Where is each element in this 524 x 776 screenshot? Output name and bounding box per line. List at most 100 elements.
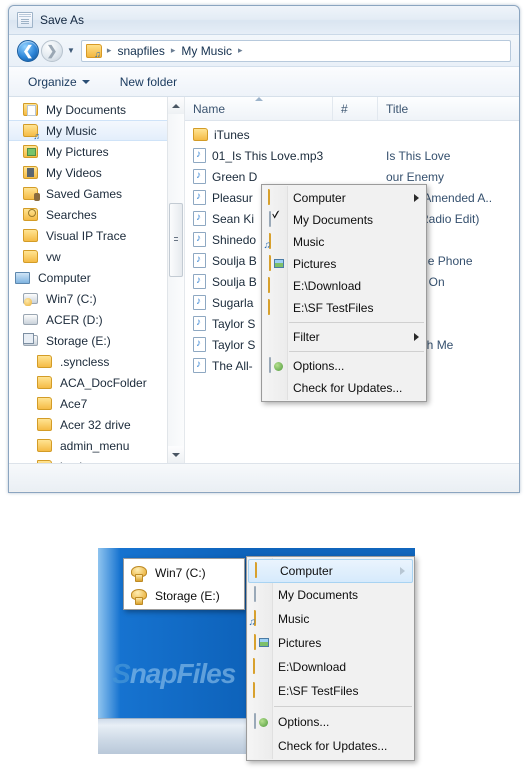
sidebar-item-searches[interactable]: Searches bbox=[9, 204, 184, 225]
sidebar-item-ace7[interactable]: Ace7 bbox=[9, 393, 184, 414]
sidebar-item-storage-e[interactable]: Storage (E:) bbox=[9, 330, 184, 351]
menu-item-pictures[interactable]: Pictures bbox=[262, 253, 426, 275]
menu-item-check-for-updates[interactable]: Check for Updates... bbox=[262, 377, 426, 399]
folder-icon bbox=[266, 189, 288, 206]
mp3-file-icon bbox=[193, 190, 206, 205]
folder-icon bbox=[266, 277, 288, 294]
menu-item-label: Computer bbox=[280, 564, 333, 578]
menu-item-e-sf-testfiles[interactable]: E:\SF TestFiles bbox=[247, 679, 414, 703]
sidebar-item-vw[interactable]: vw bbox=[9, 246, 184, 267]
drive-menu-item-storage-e[interactable]: Storage (E:) bbox=[124, 584, 244, 607]
save-as-dialog: Save As ❮ ❯ ▼ ▸ snapfiles ▸ My Music ▸ O… bbox=[8, 5, 520, 493]
sidebar-item-label: backup bbox=[60, 460, 99, 464]
address-bar[interactable]: ▸ snapfiles ▸ My Music ▸ bbox=[80, 39, 511, 62]
column-header-title[interactable]: Title bbox=[378, 97, 519, 120]
scroll-down-arrow-icon[interactable] bbox=[168, 446, 184, 463]
menu-item-e-sf-testfiles[interactable]: E:\SF TestFiles bbox=[262, 297, 426, 319]
menu-item-music[interactable]: Music bbox=[262, 231, 426, 253]
sidebar-item-win7-c[interactable]: Win7 (C:) bbox=[9, 288, 184, 309]
drive-submenu[interactable]: Win7 (C:) Storage (E:) bbox=[123, 558, 245, 610]
file-name-label: The All- bbox=[212, 358, 253, 373]
sidebar-scrollbar[interactable] bbox=[167, 97, 184, 463]
column-header-number[interactable]: # bbox=[333, 97, 378, 120]
menu-item-e-download[interactable]: E:\Download bbox=[247, 655, 414, 679]
menu-item-label: E:\Download bbox=[293, 279, 362, 293]
sidebar-item-my-documents[interactable]: My Documents bbox=[9, 99, 184, 120]
table-row[interactable]: iTunes bbox=[185, 124, 519, 145]
music-folder-icon bbox=[266, 233, 288, 250]
sidebar-item-my-pictures[interactable]: My Pictures bbox=[9, 141, 184, 162]
table-row[interactable]: 01_Is This Love.mp3 Is This Love bbox=[185, 145, 519, 166]
breadcrumb-snapfiles[interactable]: snapfiles bbox=[114, 44, 167, 58]
title-bar: Save As bbox=[9, 6, 519, 35]
breadcrumb-my-music[interactable]: My Music bbox=[178, 44, 235, 58]
sidebar-item-label: vw bbox=[46, 249, 61, 264]
context-menu[interactable]: Computer My Documents Music Pictures E:\Down… bbox=[261, 184, 427, 402]
folder-icon bbox=[37, 396, 54, 411]
menu-item-computer[interactable]: Computer bbox=[248, 559, 413, 583]
sidebar-item-my-music[interactable]: My Music bbox=[9, 120, 184, 141]
breadcrumb-separator[interactable]: ▸ bbox=[106, 45, 113, 56]
menu-item-my-documents[interactable]: My Documents bbox=[262, 209, 426, 231]
documents-icon bbox=[251, 586, 273, 603]
menu-item-e-download[interactable]: E:\Download bbox=[262, 275, 426, 297]
file-name-cell: Green D bbox=[185, 169, 333, 184]
recent-locations-dropdown[interactable]: ▼ bbox=[67, 46, 75, 55]
sidebar-item-my-videos[interactable]: My Videos bbox=[9, 162, 184, 183]
scrollbar-thumb[interactable] bbox=[169, 203, 183, 277]
folder-icon bbox=[193, 128, 208, 141]
forward-button[interactable]: ❯ bbox=[41, 39, 63, 62]
folder-icon bbox=[251, 658, 273, 675]
menu-item-label: Check for Updates... bbox=[278, 739, 388, 753]
sidebar-item-backup[interactable]: backup bbox=[9, 456, 184, 463]
file-name-label: Taylor S bbox=[212, 316, 256, 331]
sidebar-item-syncless[interactable]: .syncless bbox=[9, 351, 184, 372]
file-name-label: 01_Is This Love.mp3 bbox=[212, 148, 324, 163]
column-header-name[interactable]: Name bbox=[185, 97, 333, 120]
pictures-folder-icon bbox=[23, 144, 40, 159]
menu-item-options[interactable]: Options... bbox=[262, 355, 426, 377]
watermark-text: napFiles bbox=[129, 658, 237, 689]
folder-icon bbox=[23, 249, 40, 264]
back-button[interactable]: ❮ bbox=[17, 39, 39, 62]
windows-drive-icon bbox=[130, 565, 148, 582]
menu-item-label: My Documents bbox=[278, 588, 359, 602]
submenu-arrow-icon bbox=[414, 194, 419, 202]
column-label: # bbox=[341, 101, 348, 116]
file-name-label: Shinedo bbox=[212, 232, 257, 247]
folder-icon bbox=[37, 438, 54, 453]
drive-menu-item-label: Win7 (C:) bbox=[155, 565, 206, 580]
organize-button[interactable]: Organize bbox=[23, 72, 95, 92]
sidebar-item-acer-32-drive[interactable]: Acer 32 drive bbox=[9, 414, 184, 435]
menu-item-pictures[interactable]: Pictures bbox=[247, 631, 414, 655]
sidebar-item-admin-menu[interactable]: admin_menu bbox=[9, 435, 184, 456]
sidebar-item-label: Searches bbox=[46, 207, 97, 222]
menu-item-computer[interactable]: Computer bbox=[262, 187, 426, 209]
menu-item-label: Options... bbox=[278, 715, 330, 729]
command-toolbar: Organize New folder bbox=[9, 67, 519, 97]
breadcrumb-separator[interactable]: ▸ bbox=[237, 45, 244, 56]
dialog-footer bbox=[9, 463, 519, 491]
scroll-up-arrow-icon[interactable] bbox=[168, 97, 184, 114]
organize-label: Organize bbox=[28, 74, 77, 89]
sidebar-item-saved-games[interactable]: Saved Games bbox=[9, 183, 184, 204]
documents-icon bbox=[266, 211, 288, 228]
sidebar-item-aca-docfolder[interactable]: ACA_DocFolder bbox=[9, 372, 184, 393]
submenu-arrow-icon bbox=[414, 333, 419, 341]
menu-item-my-documents[interactable]: My Documents bbox=[247, 583, 414, 607]
drive-menu-item-win7-c[interactable]: Win7 (C:) bbox=[124, 561, 244, 584]
menu-item-check-for-updates[interactable]: Check for Updates... bbox=[247, 734, 414, 758]
menu-item-label: Pictures bbox=[278, 636, 322, 650]
sidebar-item-computer[interactable]: Computer bbox=[9, 267, 184, 288]
new-folder-button[interactable]: New folder bbox=[115, 72, 182, 92]
desktop-context-menu[interactable]: Computer My Documents Music Pictures E:\Down… bbox=[246, 556, 415, 761]
menu-item-music[interactable]: Music bbox=[247, 607, 414, 631]
saved-games-folder-icon bbox=[23, 186, 40, 201]
menu-item-filter[interactable]: Filter bbox=[262, 326, 426, 348]
breadcrumb-separator[interactable]: ▸ bbox=[170, 45, 177, 56]
menu-item-options[interactable]: Options... bbox=[247, 710, 414, 734]
sidebar-item-acer-d[interactable]: ACER (D:) bbox=[9, 309, 184, 330]
sidebar-item-visual-ip-trace[interactable]: Visual IP Trace bbox=[9, 225, 184, 246]
sidebar-item-label: Acer 32 drive bbox=[60, 417, 131, 432]
pictures-folder-icon bbox=[266, 255, 288, 272]
